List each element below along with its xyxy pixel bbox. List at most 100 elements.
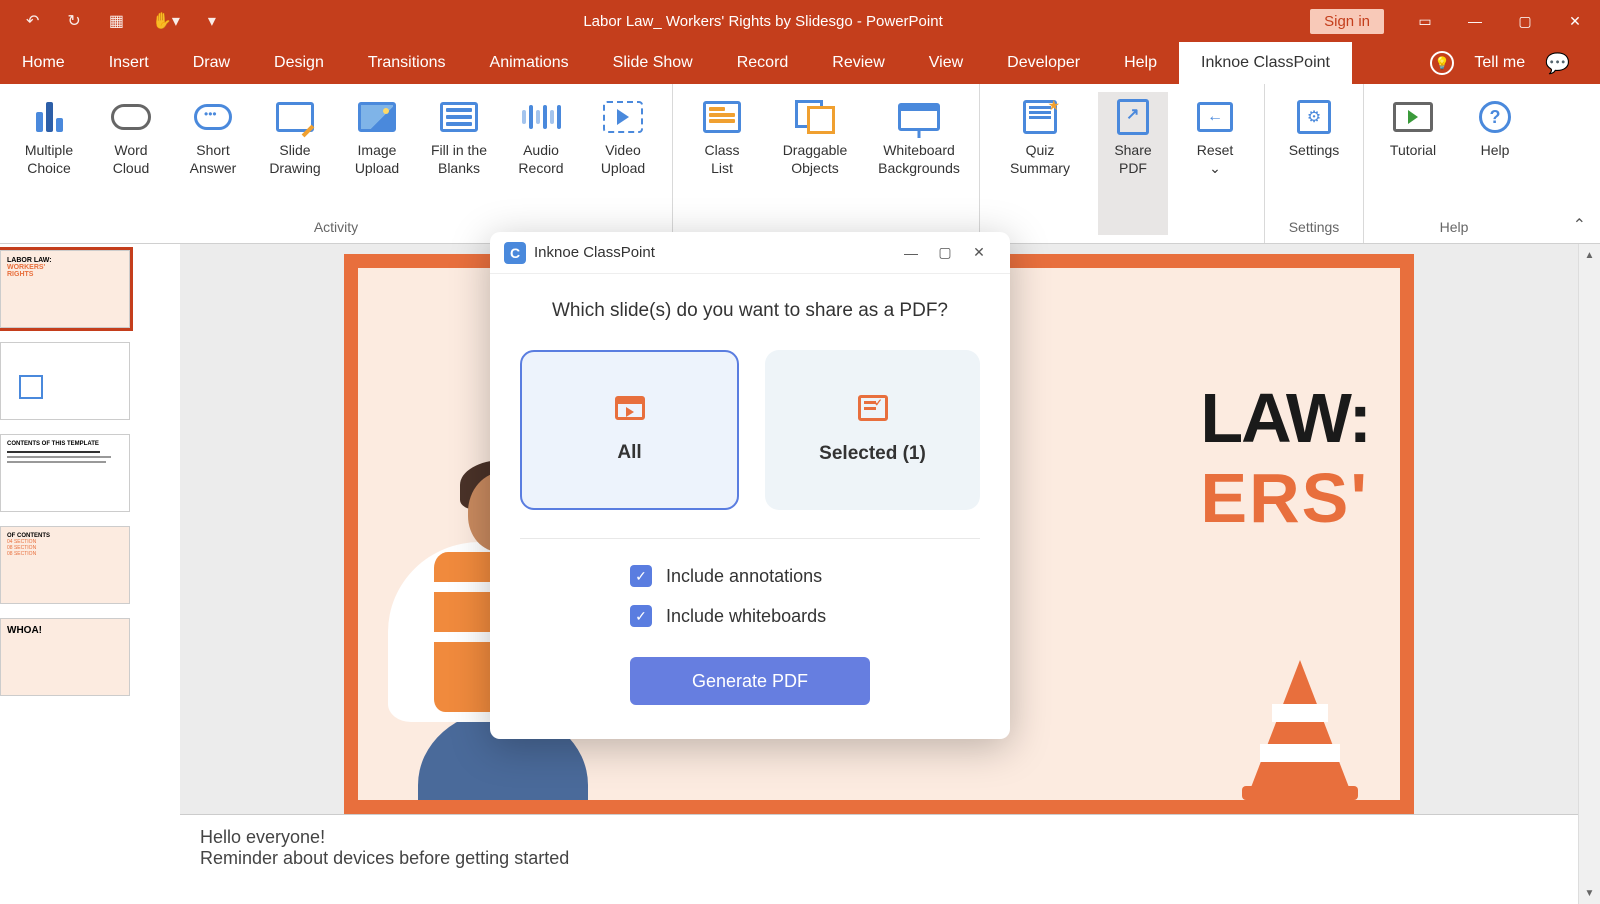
short-answer-button[interactable]: ShortAnswer (178, 92, 248, 219)
option-selected-label: Selected (1) (819, 443, 926, 465)
tab-insert[interactable]: Insert (87, 42, 171, 84)
slide-title-text[interactable]: LAW: ERS' (1200, 378, 1370, 538)
cloud-icon (111, 104, 151, 130)
whiteboard-icon (898, 103, 940, 131)
tab-transitions[interactable]: Transitions (346, 42, 468, 84)
tab-developer[interactable]: Developer (985, 42, 1102, 84)
tellme-bulb-icon[interactable]: 💡 (1430, 51, 1454, 75)
checkbox-label: Include annotations (666, 566, 822, 587)
tab-help[interactable]: Help (1102, 42, 1179, 84)
close-icon[interactable]: ✕ (1550, 0, 1600, 42)
drawing-icon (276, 102, 314, 132)
comments-icon[interactable]: 💬 (1545, 51, 1570, 76)
ribbon-group-review: QuizSummary SharePDF ←Reset⌄ (980, 84, 1265, 243)
quick-access-toolbar: ↶ ↻ ▦ ✋▾ ▾ (0, 11, 216, 31)
tab-animations[interactable]: Animations (468, 42, 591, 84)
dialog-divider (520, 538, 980, 539)
signin-button[interactable]: Sign in (1310, 9, 1384, 34)
all-slides-icon (615, 396, 645, 420)
qat-more-icon[interactable]: ▾ (208, 11, 216, 31)
collapse-ribbon-icon[interactable]: ⌃ (1573, 215, 1586, 235)
help-button[interactable]: ?Help (1460, 92, 1530, 219)
tutorial-button[interactable]: Tutorial (1378, 92, 1448, 219)
dialog-minimize-icon[interactable]: — (894, 245, 928, 261)
list-icon (703, 101, 741, 133)
checkmark-icon: ✓ (630, 605, 652, 627)
group-label-review (994, 235, 1250, 239)
maximize-icon[interactable]: ▢ (1500, 0, 1550, 42)
thumbnail-slide-5[interactable]: WHOA! (0, 618, 130, 696)
thumbnail-slide-1[interactable]: LABOR LAW:WORKERS'RIGHTS (0, 250, 130, 328)
word-cloud-button[interactable]: WordCloud (96, 92, 166, 219)
slide-thumbnails-pane[interactable]: LABOR LAW:WORKERS'RIGHTS CONTENTS OF THI… (0, 244, 180, 904)
selected-slides-icon (858, 395, 888, 421)
checkbox-include-annotations[interactable]: ✓ Include annotations (630, 565, 822, 587)
group-label-help: Help (1378, 219, 1530, 239)
option-selected-slides[interactable]: Selected (1) (765, 350, 980, 510)
tab-home[interactable]: Home (0, 42, 87, 84)
video-upload-button[interactable]: VideoUpload (588, 92, 658, 219)
reset-icon: ← (1197, 102, 1233, 132)
slideshow-icon[interactable]: ▦ (109, 11, 124, 31)
tab-design[interactable]: Design (252, 42, 346, 84)
image-icon (358, 102, 396, 132)
tellme-label[interactable]: Tell me (1474, 54, 1525, 72)
multiple-choice-icon (36, 102, 63, 132)
tab-slideshow[interactable]: Slide Show (591, 42, 715, 84)
video-icon (603, 101, 643, 133)
redo-icon[interactable]: ↻ (67, 11, 80, 31)
thumbnail-slide-2[interactable] (0, 342, 130, 420)
audio-record-button[interactable]: AudioRecord (506, 92, 576, 219)
tab-record[interactable]: Record (715, 42, 811, 84)
touch-icon[interactable]: ✋▾ (152, 11, 180, 31)
group-label-settings: Settings (1279, 219, 1349, 239)
settings-button[interactable]: Settings (1279, 92, 1349, 219)
tab-review[interactable]: Review (810, 42, 906, 84)
ribbon-group-tools: ClassList DraggableObjects WhiteboardBac… (673, 84, 980, 243)
form-icon (440, 102, 478, 132)
gear-icon (1297, 100, 1331, 134)
multiple-choice-button[interactable]: MultipleChoice (14, 92, 84, 219)
quiz-summary-button[interactable]: QuizSummary (994, 92, 1086, 235)
dialog-titlebar[interactable]: C Inknoe ClassPoint — ▢ ✕ (490, 232, 1010, 274)
share-pdf-dialog: C Inknoe ClassPoint — ▢ ✕ Which slide(s)… (490, 232, 1010, 739)
vertical-scrollbar[interactable]: ▲ ▼ (1578, 244, 1600, 904)
ribbon-display-icon[interactable]: ▭ (1400, 0, 1450, 42)
option-all-slides[interactable]: All (520, 350, 739, 510)
checkbox-include-whiteboards[interactable]: ✓ Include whiteboards (630, 605, 826, 627)
tab-inknoe-classpoint[interactable]: Inknoe ClassPoint (1179, 42, 1352, 84)
speaker-notes[interactable]: Hello everyone! Reminder about devices b… (180, 814, 1578, 904)
tab-view[interactable]: View (907, 42, 985, 84)
scroll-up-icon[interactable]: ▲ (1579, 244, 1600, 266)
tab-draw[interactable]: Draw (171, 42, 252, 84)
scroll-down-icon[interactable]: ▼ (1579, 882, 1600, 904)
class-list-button[interactable]: ClassList (687, 92, 757, 235)
thumbnail-slide-4[interactable]: OF CONTENTS 04 SECTION 08 SECTION 08 SEC… (0, 526, 130, 604)
reset-button[interactable]: ←Reset⌄ (1180, 92, 1250, 235)
image-upload-button[interactable]: ImageUpload (342, 92, 412, 219)
dialog-question: Which slide(s) do you want to share as a… (520, 300, 980, 322)
dialog-maximize-icon[interactable]: ▢ (928, 244, 962, 261)
draggable-objects-button[interactable]: DraggableObjects (769, 92, 861, 235)
drag-icon (795, 100, 835, 134)
cone-illustration (1250, 660, 1350, 800)
ribbon-group-help: Tutorial ?Help Help (1364, 84, 1544, 243)
dialog-close-icon[interactable]: ✕ (962, 244, 996, 261)
minimize-icon[interactable]: — (1450, 0, 1500, 42)
thumbnail-slide-3[interactable]: CONTENTS OF THIS TEMPLATE (0, 434, 130, 512)
window-controls: Sign in ▭ — ▢ ✕ (1310, 0, 1600, 42)
tutorial-icon (1393, 102, 1433, 132)
share-pdf-button[interactable]: SharePDF (1098, 92, 1168, 235)
generate-pdf-button[interactable]: Generate PDF (630, 657, 870, 705)
help-icon: ? (1479, 101, 1511, 133)
quiz-icon (1023, 100, 1057, 134)
slide-drawing-button[interactable]: SlideDrawing (260, 92, 330, 219)
title-bar: ↶ ↻ ▦ ✋▾ ▾ Labor Law_ Workers' Rights by… (0, 0, 1600, 42)
whiteboard-backgrounds-button[interactable]: WhiteboardBackgrounds (873, 92, 965, 235)
undo-icon[interactable]: ↶ (26, 11, 39, 31)
dialog-title: Inknoe ClassPoint (534, 244, 894, 261)
ribbon-group-activity: MultipleChoice WordCloud ShortAnswer Sli… (0, 84, 673, 243)
pdf-icon (1117, 99, 1149, 135)
bubble-icon (194, 104, 232, 130)
fill-blanks-button[interactable]: Fill in theBlanks (424, 92, 494, 219)
